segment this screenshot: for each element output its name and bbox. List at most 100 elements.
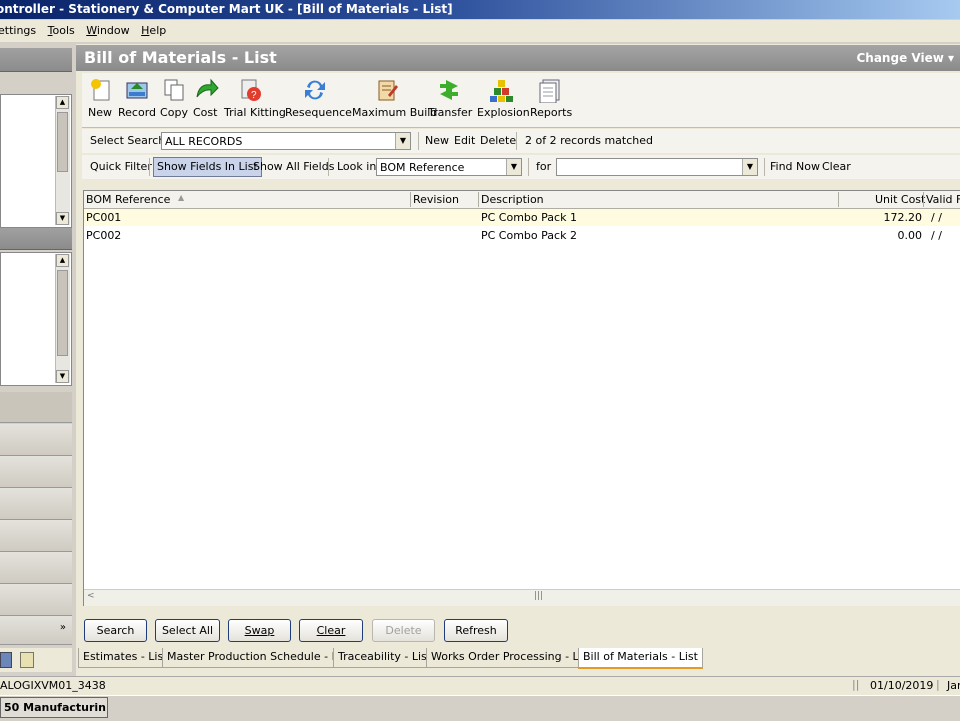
new-label: New	[88, 106, 112, 119]
trial-kitting-button[interactable]: ? Trial Kitting	[224, 75, 286, 125]
select-all-button-label: Select All	[161, 624, 214, 637]
cell-unit-cost: 172.20	[883, 211, 923, 224]
column-divider[interactable]	[923, 192, 924, 207]
menu-bar: ettings Tools Window Help	[0, 20, 960, 42]
scroll-down-arrow-icon[interactable]: ▼	[56, 212, 69, 225]
column-valid-from[interactable]: Valid Fr	[926, 193, 960, 206]
search-button[interactable]: Search	[84, 619, 147, 642]
tab-traceability-list[interactable]: Traceability - List	[333, 648, 437, 668]
shortcut-icon[interactable]	[0, 652, 12, 668]
scroll-up-arrow-icon[interactable]: ▲	[56, 96, 69, 109]
find-now-link[interactable]: Find Now	[770, 160, 820, 173]
calculator-icon[interactable]	[20, 652, 34, 668]
table-row[interactable]: PC002 PC Combo Pack 2 0.00 / /	[84, 227, 960, 244]
chevron-down-icon[interactable]: ▼	[742, 159, 757, 175]
nav-button-7[interactable]	[0, 584, 72, 616]
for-combo[interactable]: ▼	[556, 158, 758, 176]
cost-button[interactable]: Cost	[193, 75, 219, 125]
reports-label: Reports	[530, 106, 573, 119]
divider	[764, 158, 765, 176]
select-all-button[interactable]: Select All	[155, 619, 220, 642]
nav-button-8[interactable]: »	[0, 616, 72, 645]
nav-button-2[interactable]	[0, 424, 72, 456]
clear-button[interactable]: Clear	[299, 619, 363, 642]
tab-bill-of-materials-list[interactable]: Bill of Materials - List	[578, 648, 703, 669]
reports-icon	[537, 77, 563, 104]
swap-button[interactable]: Swap	[228, 619, 291, 642]
divider	[528, 158, 529, 176]
panel-header: Bill of Materials - List Change View ▾	[76, 45, 960, 71]
column-bom-reference[interactable]: BOM Reference	[86, 193, 170, 206]
column-divider[interactable]	[478, 192, 479, 207]
menu-tools[interactable]: Tools	[44, 20, 79, 42]
delete-button[interactable]: Delete	[372, 619, 435, 642]
clear-button-label: Clear	[316, 624, 346, 637]
scroll-left-arrow-icon[interactable]: <	[87, 591, 95, 601]
record-button[interactable]: Record	[118, 75, 156, 125]
nav-panel-1-scrollbar[interactable]: ▲ ▼	[55, 96, 70, 225]
page-title: Bill of Materials - List	[84, 48, 277, 67]
transfer-icon	[436, 77, 462, 103]
window-title-bar: ontroller - Stationery & Computer Mart U…	[0, 0, 960, 19]
show-fields-in-list-button[interactable]: Show Fields In List	[153, 157, 262, 177]
edit-search-link[interactable]: Edit	[454, 134, 475, 147]
taskbar: 50 Manufacturin...	[0, 695, 960, 721]
refresh-button[interactable]: Refresh	[444, 619, 508, 642]
cell-bom-reference: PC001	[86, 211, 122, 224]
cost-label: Cost	[193, 106, 218, 119]
scroll-thumb[interactable]	[57, 270, 68, 356]
grid-header: BOM Reference ▲ Revision Description Uni…	[84, 191, 960, 209]
resequence-button[interactable]: Resequence	[285, 75, 352, 125]
resequence-icon	[302, 77, 328, 103]
maximum-build-button[interactable]: Maximum Build	[352, 75, 437, 125]
nav-button-3[interactable]	[0, 456, 72, 488]
clear-filter-link[interactable]: Clear	[822, 160, 851, 173]
nav-button-4[interactable]	[0, 488, 72, 520]
new-search-link[interactable]: New	[425, 134, 449, 147]
show-all-fields-link[interactable]: Show All Fields	[253, 160, 334, 173]
look-in-combo[interactable]: BOM Reference ▼	[376, 158, 522, 176]
horizontal-scrollbar[interactable]: < |||	[84, 589, 960, 606]
taskbar-app-button[interactable]: 50 Manufacturin...	[0, 697, 108, 718]
delete-button-label: Delete	[385, 624, 422, 637]
nav-panel-1: ▲ ▼	[0, 94, 72, 228]
new-button[interactable]: New	[88, 75, 112, 125]
transfer-button[interactable]: Transfer	[428, 75, 472, 125]
scroll-thumb[interactable]	[57, 112, 68, 172]
column-divider[interactable]	[410, 192, 411, 207]
reports-button[interactable]: Reports	[530, 75, 573, 125]
menu-window[interactable]: Window	[82, 20, 133, 42]
menu-settings[interactable]: ettings	[0, 20, 40, 42]
column-divider[interactable]	[838, 192, 839, 207]
column-revision[interactable]: Revision	[413, 193, 459, 206]
change-view-button[interactable]: Change View ▾	[856, 51, 954, 65]
toolbar-divider	[82, 127, 960, 128]
select-search-combo[interactable]: ALL RECORDS ▼	[161, 132, 411, 150]
quick-filter-link[interactable]: Quick Filter	[90, 160, 152, 173]
chevron-down-icon[interactable]: ▼	[395, 133, 410, 149]
scroll-up-arrow-icon[interactable]: ▲	[56, 254, 69, 267]
table-row[interactable]: PC001 PC Combo Pack 1 172.20 / /	[84, 209, 960, 226]
status-extra: Jan	[947, 679, 960, 692]
column-unit-cost[interactable]: Unit Cost	[875, 193, 925, 206]
tab-works-order-processing-list[interactable]: Works Order Processing - List	[426, 648, 597, 668]
tab-estimates-list[interactable]: Estimates - List	[78, 648, 173, 668]
scroll-grip-icon[interactable]: |||	[534, 591, 543, 601]
chevron-double-down-icon[interactable]: »	[60, 622, 66, 633]
delete-search-link[interactable]: Delete	[480, 134, 516, 147]
copy-button[interactable]: Copy	[160, 75, 188, 125]
menu-help[interactable]: Help	[137, 20, 170, 42]
scroll-down-arrow-icon[interactable]: ▼	[56, 370, 69, 383]
column-description[interactable]: Description	[481, 193, 544, 206]
nav-panel-2-scrollbar[interactable]: ▲ ▼	[55, 254, 70, 383]
copy-label: Copy	[160, 106, 188, 119]
divider	[418, 132, 419, 150]
tab-master-production-schedule-list[interactable]: Master Production Schedule - List	[162, 648, 356, 668]
explosion-button[interactable]: Explosion	[477, 75, 530, 125]
nav-button-6[interactable]	[0, 552, 72, 584]
new-icon	[88, 77, 114, 103]
nav-button-1[interactable]	[0, 392, 72, 423]
explosion-icon	[488, 77, 514, 103]
chevron-down-icon[interactable]: ▼	[506, 159, 521, 175]
nav-button-5[interactable]	[0, 520, 72, 552]
